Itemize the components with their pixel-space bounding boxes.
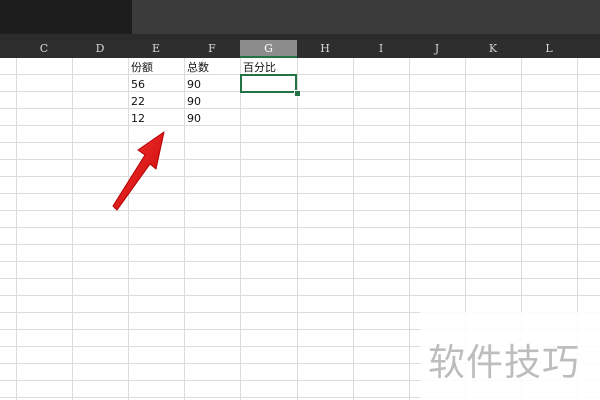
- column-header-l[interactable]: L: [521, 40, 577, 58]
- column-header-e[interactable]: E: [128, 40, 184, 58]
- grid-column-line: [72, 58, 73, 400]
- cell-f1[interactable]: 总数: [185, 59, 209, 76]
- watermark: 软件技巧: [420, 312, 600, 400]
- grid-row-line: [0, 244, 600, 245]
- column-header-h[interactable]: H: [297, 40, 353, 58]
- grid-column-line: [16, 58, 17, 400]
- grid-row-line: [0, 210, 600, 211]
- column-header-m[interactable]: [577, 40, 600, 58]
- column-header-row: C D E F G H I J K L: [0, 40, 600, 58]
- cell-f2[interactable]: 90: [185, 76, 201, 93]
- grid-row-line: [0, 193, 600, 194]
- active-cell-g2[interactable]: [240, 74, 297, 93]
- grid-row-line: [0, 227, 600, 228]
- name-box-area[interactable]: [0, 0, 132, 34]
- red-arrow-icon: [112, 131, 165, 211]
- column-header-f[interactable]: F: [184, 40, 240, 58]
- column-header-g[interactable]: G: [240, 40, 297, 58]
- grid-row-line: [0, 295, 600, 296]
- watermark-text: 软件技巧: [428, 341, 580, 384]
- grid-row-line: [0, 108, 600, 109]
- column-header-i[interactable]: I: [353, 40, 409, 58]
- cell-e3[interactable]: 22: [129, 93, 145, 110]
- grid-column-line: [409, 58, 410, 400]
- grid-column-line: [297, 58, 298, 400]
- column-header-c[interactable]: C: [16, 40, 72, 58]
- cell-f4[interactable]: 90: [185, 110, 201, 127]
- grid-row-line: [0, 261, 600, 262]
- fill-handle[interactable]: [294, 90, 301, 97]
- cell-e1[interactable]: 份额: [129, 59, 153, 76]
- column-header-k[interactable]: K: [465, 40, 521, 58]
- grid-row-line: [0, 125, 600, 126]
- grid-row-line: [0, 142, 600, 143]
- grid-row-line: [0, 74, 600, 75]
- cell-f3[interactable]: 90: [185, 93, 201, 110]
- cell-e2[interactable]: 56: [129, 76, 145, 93]
- grid-column-line: [240, 58, 241, 400]
- grid-row-line: [0, 159, 600, 160]
- grid-column-line: [353, 58, 354, 400]
- column-header-j[interactable]: J: [409, 40, 465, 58]
- app-top-bar: [0, 0, 600, 40]
- grid-row-line: [0, 176, 600, 177]
- grid-row-line: [0, 278, 600, 279]
- formula-bar[interactable]: [132, 0, 600, 34]
- column-header-d[interactable]: D: [72, 40, 128, 58]
